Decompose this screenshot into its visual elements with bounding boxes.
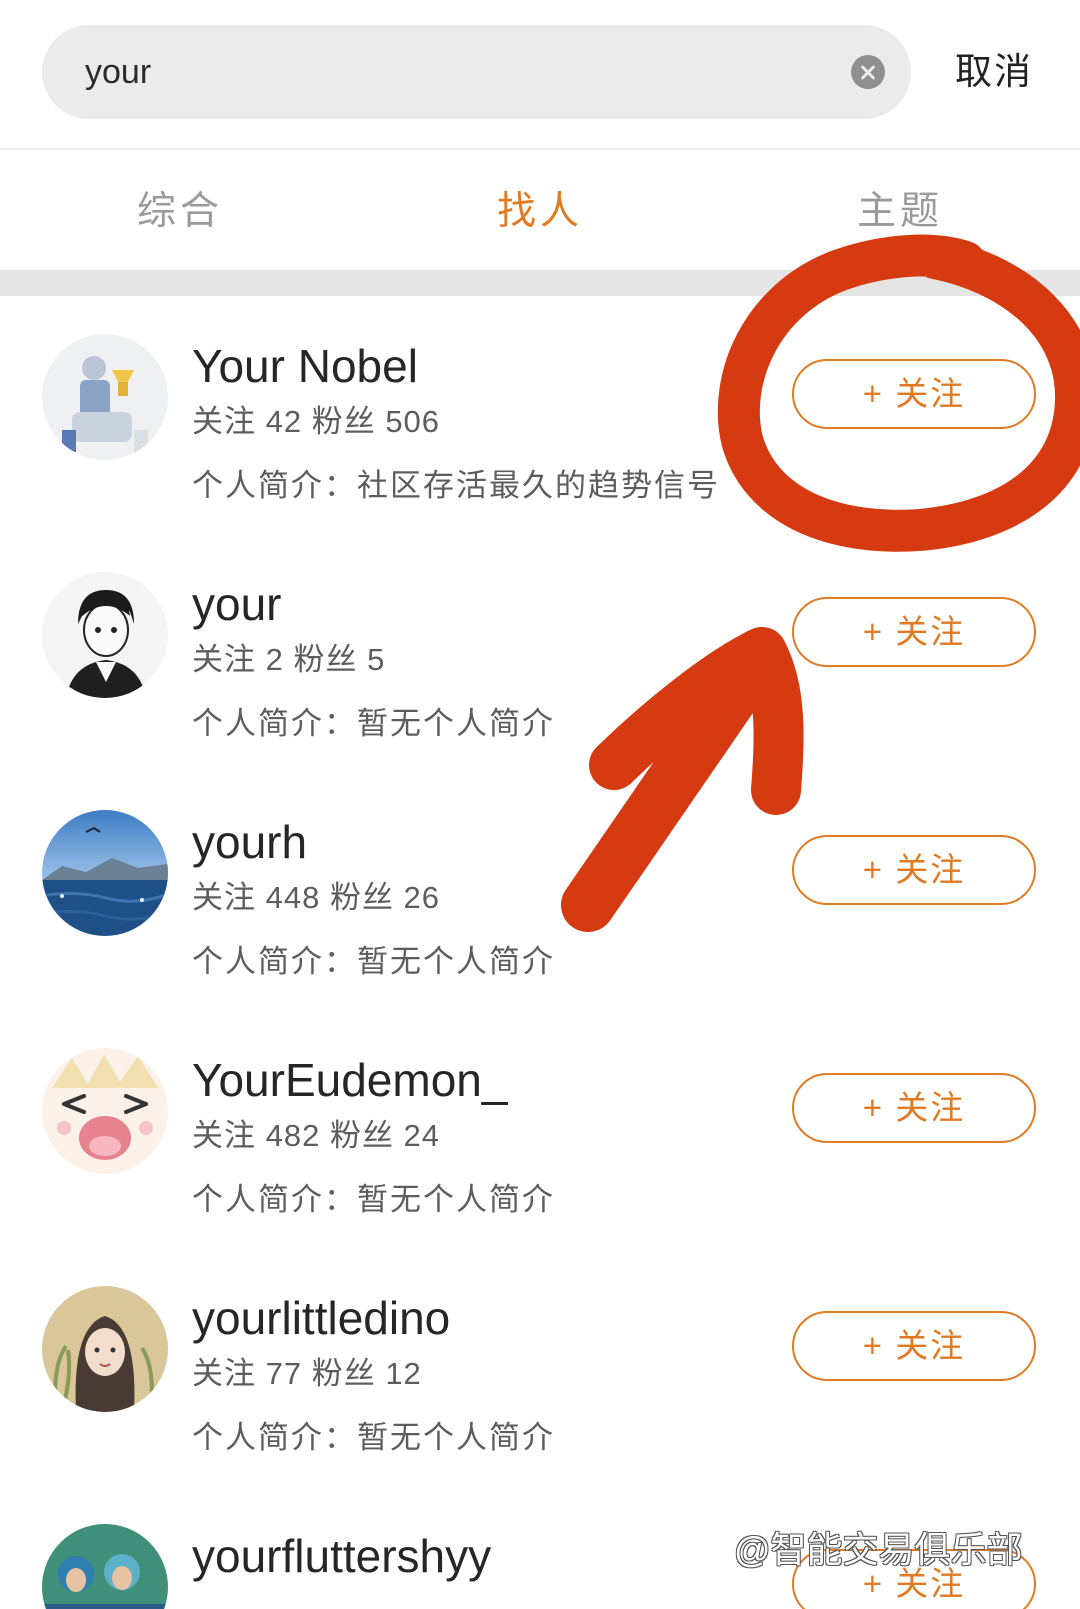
follow-button[interactable]: + 关注 (792, 597, 1036, 667)
avatar[interactable] (42, 810, 168, 936)
user-name[interactable]: yourh (192, 812, 307, 872)
clear-icon[interactable] (851, 55, 885, 89)
follow-button[interactable]: + 关注 (792, 359, 1036, 429)
user-row[interactable]: your 关注 2 粉丝 5 个人简介：暂无个人简介 + 关注 (0, 534, 1080, 774)
tab-people[interactable]: 找人 (440, 184, 640, 240)
user-name[interactable]: yourlittledino (192, 1288, 450, 1348)
user-name[interactable]: YourEudemon_ (192, 1050, 507, 1110)
user-stats: 关注 482 粉丝 24 (192, 1118, 441, 1153)
cancel-button[interactable]: 取消 (955, 46, 1033, 98)
watermark: @智能交易俱乐部 (734, 1529, 1023, 1570)
user-bio: 个人简介：暂无个人简介 (192, 1182, 555, 1217)
user-name[interactable]: Your Nobel (192, 336, 418, 396)
follow-button[interactable]: + 关注 (792, 1073, 1036, 1143)
tab-topics[interactable]: 主题 (800, 184, 1000, 240)
avatar[interactable] (42, 334, 168, 460)
search-input[interactable]: your (85, 25, 151, 119)
avatar[interactable] (42, 1048, 168, 1174)
search-bar[interactable]: your (42, 25, 911, 119)
header-divider (0, 148, 1080, 150)
user-row[interactable]: yourlittledino 关注 77 粉丝 12 个人简介：暂无个人简介 +… (0, 1248, 1080, 1488)
user-bio: 个人简介：暂无个人简介 (192, 1420, 555, 1455)
follow-button[interactable]: + 关注 (792, 835, 1036, 905)
section-divider (0, 270, 1080, 296)
user-row[interactable]: YourEudemon_ 关注 482 粉丝 24 个人简介：暂无个人简介 + … (0, 1010, 1080, 1250)
user-stats: 关注 448 粉丝 26 (192, 880, 441, 915)
user-bio: 个人简介：暂无个人简介 (192, 706, 555, 741)
user-stats: 关注 77 粉丝 12 (192, 1356, 422, 1391)
user-name[interactable]: yourfluttershyy (192, 1526, 491, 1586)
user-row[interactable]: Your Nobel 关注 42 粉丝 506 个人简介：社区存活最久的趋势信号… (0, 296, 1080, 536)
user-bio: 个人简介：暂无个人简介 (192, 944, 555, 979)
avatar[interactable] (42, 1524, 168, 1609)
user-stats: 关注 2 粉丝 5 (192, 642, 386, 677)
user-name[interactable]: your (192, 574, 281, 634)
avatar[interactable] (42, 1286, 168, 1412)
avatar[interactable] (42, 572, 168, 698)
follow-button[interactable]: + 关注 (792, 1311, 1036, 1381)
tab-comprehensive[interactable]: 综合 (80, 184, 280, 240)
user-bio: 个人简介：社区存活最久的趋势信号 (192, 468, 720, 503)
user-stats: 关注 42 粉丝 506 (192, 404, 441, 439)
user-row[interactable]: yourh 关注 448 粉丝 26 个人简介：暂无个人简介 + 关注 (0, 772, 1080, 1012)
